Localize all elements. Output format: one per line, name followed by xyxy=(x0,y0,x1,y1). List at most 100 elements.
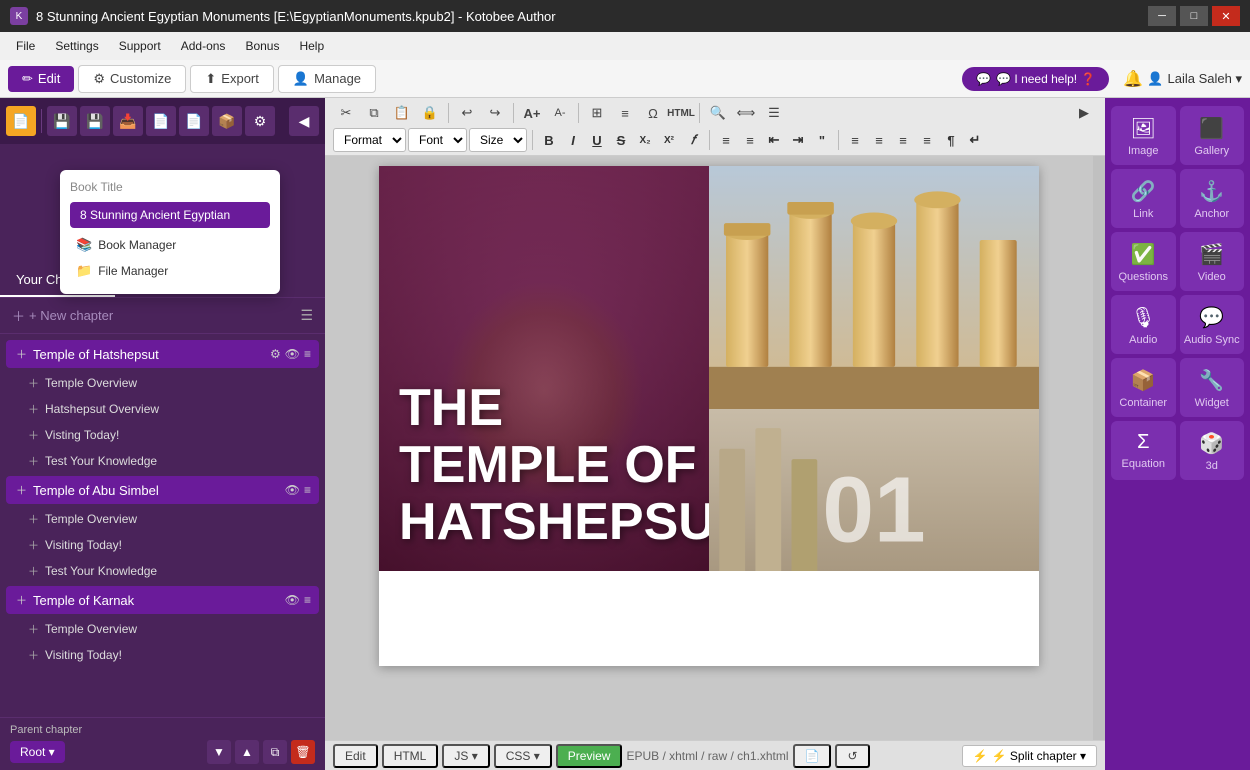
file-icon-button[interactable]: 📄 xyxy=(793,744,832,768)
find-button[interactable]: 🔍 xyxy=(705,101,731,125)
archive-icon-button[interactable]: 📦 xyxy=(212,106,242,136)
list-item[interactable]: ＋ Temple Overview xyxy=(0,506,325,532)
list-item[interactable]: ＋ Test Your Knowledge xyxy=(0,558,325,584)
underline-button[interactable]: U xyxy=(586,129,608,151)
align-center-button[interactable]: ≡ xyxy=(868,129,890,151)
chapter-hatshepsut-header[interactable]: ＋ Temple of Hatshepsut ⚙ 👁 ≡ xyxy=(6,340,319,368)
paste-button[interactable]: 📋 xyxy=(389,101,415,125)
strikethrough-button[interactable]: S xyxy=(610,129,632,151)
export-button[interactable]: ⬆ Export xyxy=(190,65,273,93)
bold-button[interactable]: B xyxy=(538,129,560,151)
font-select[interactable]: Font xyxy=(408,128,467,152)
menu-file[interactable]: File xyxy=(8,36,43,56)
list-item[interactable]: ＋ Visting Today! xyxy=(0,422,325,448)
save-as-icon-button[interactable]: 💾 xyxy=(80,106,110,136)
indent-button[interactable]: ⇥ xyxy=(787,129,809,151)
more-button[interactable]: ☰ xyxy=(761,101,787,125)
chapter-visibility-button[interactable]: 👁 xyxy=(285,347,300,361)
page-content-area[interactable]: THE TEMPLE OF HATSHEPSUT xyxy=(325,156,1093,740)
doc2-icon-button[interactable]: 📄 xyxy=(179,106,209,136)
table-button[interactable]: ⊞ xyxy=(584,101,610,125)
chapter-menu-button[interactable]: ≡ xyxy=(304,483,311,497)
questions-button[interactable]: ✅ Questions xyxy=(1111,232,1176,291)
close-button[interactable]: ✕ xyxy=(1212,6,1240,26)
book-manager-item[interactable]: 📚 Book Manager xyxy=(70,232,270,258)
ordered-list-button[interactable]: ≡ xyxy=(739,129,761,151)
customize-button[interactable]: ⚙ Customize xyxy=(78,65,186,93)
refresh-button[interactable]: ↺ xyxy=(835,744,869,768)
align-left-button[interactable]: ≡ xyxy=(844,129,866,151)
menu-addons[interactable]: Add-ons xyxy=(173,36,234,56)
html-insert-button[interactable]: HTML xyxy=(668,101,694,125)
collapse-sidebar-button[interactable]: ◀ xyxy=(289,106,319,136)
list-button[interactable]: ≡ xyxy=(612,101,638,125)
move-up-button[interactable]: ▲ xyxy=(235,740,259,764)
menu-bonus[interactable]: Bonus xyxy=(237,36,287,56)
widget-button[interactable]: 🔧 Widget xyxy=(1180,358,1245,417)
chapter-visibility-button[interactable]: 👁 xyxy=(285,593,300,607)
superscript-button[interactable]: X² xyxy=(658,129,680,151)
menu-settings[interactable]: Settings xyxy=(47,36,106,56)
chapter-menu-button[interactable]: ≡ xyxy=(304,593,311,607)
tab-preview[interactable]: Preview xyxy=(556,744,623,768)
outdent-button[interactable]: ⇤ xyxy=(763,129,785,151)
subscript-button[interactable]: X₂ xyxy=(634,129,656,151)
chapter-settings-button[interactable]: ⚙ xyxy=(270,347,281,361)
find-replace-button[interactable]: ⟺ xyxy=(733,101,759,125)
root-selector-button[interactable]: Root ▾ xyxy=(10,741,65,763)
list-item[interactable]: ＋ Temple Overview xyxy=(0,616,325,642)
help-button[interactable]: 💬 💬 I need help! ❓ xyxy=(962,67,1109,91)
book-title-item[interactable]: 8 Stunning Ancient Egyptian xyxy=(70,202,270,228)
expand-panel-button[interactable]: ▶ xyxy=(1071,101,1097,125)
tab-js[interactable]: JS ▾ xyxy=(442,744,489,768)
list-item[interactable]: ＋ Visiting Today! xyxy=(0,642,325,668)
italic-button[interactable]: I xyxy=(562,129,584,151)
new-chapter-button[interactable]: ＋ + New chapter xyxy=(12,306,113,325)
align-justify-button[interactable]: ≡ xyxy=(916,129,938,151)
save-icon-button[interactable]: 💾 xyxy=(47,106,77,136)
tab-css[interactable]: CSS ▾ xyxy=(494,744,552,768)
audio-button[interactable]: 🎙 Audio xyxy=(1111,295,1176,354)
list-item[interactable]: ＋ Test Your Knowledge xyxy=(0,448,325,474)
tab-html[interactable]: HTML xyxy=(382,744,439,768)
undo-button[interactable]: ↩ xyxy=(454,101,480,125)
import-icon-button[interactable]: 📥 xyxy=(113,106,143,136)
tab-edit[interactable]: Edit xyxy=(333,744,378,768)
font-size-up-button[interactable]: A+ xyxy=(519,101,545,125)
link-button[interactable]: 🔗 Link xyxy=(1111,169,1176,228)
menu-help[interactable]: Help xyxy=(291,36,332,56)
cut-button[interactable]: ✂ xyxy=(333,101,359,125)
minimize-button[interactable]: ─ xyxy=(1148,6,1176,26)
format-select[interactable]: Format xyxy=(333,128,406,152)
move-down-button[interactable]: ▼ xyxy=(207,740,231,764)
video-button[interactable]: 🎬 Video xyxy=(1180,232,1245,291)
threed-button[interactable]: 🎲 3d xyxy=(1180,421,1245,480)
scroll-bar-area[interactable] xyxy=(1093,156,1105,740)
blockquote-button[interactable]: " xyxy=(811,129,833,151)
settings-icon-button[interactable]: ⚙ xyxy=(245,106,275,136)
align-right-button[interactable]: ≡ xyxy=(892,129,914,151)
list-item[interactable]: ＋ Visiting Today! xyxy=(0,532,325,558)
delete-button[interactable]: 🗑 xyxy=(291,740,315,764)
chapter-list-menu-icon[interactable]: ☰ xyxy=(300,307,313,324)
edit-button[interactable]: ✏ Edit xyxy=(8,66,74,92)
split-chapter-button[interactable]: ⚡ ⚡ Split chapter ▾ xyxy=(962,745,1097,767)
paste-lock-button[interactable]: 🔒 xyxy=(417,101,443,125)
container-button[interactable]: 📦 Container xyxy=(1111,358,1176,417)
special-chars-button[interactable]: Ω xyxy=(640,101,666,125)
list-item[interactable]: ＋ Hatshepsut Overview xyxy=(0,396,325,422)
font-size-down-button[interactable]: A- xyxy=(547,101,573,125)
code-button[interactable]: 𝑓 xyxy=(682,129,704,151)
anchor-button[interactable]: ⚓ Anchor xyxy=(1180,169,1245,228)
pages-icon-button[interactable]: 📄 xyxy=(6,106,36,136)
unordered-list-button[interactable]: ≡ xyxy=(715,129,737,151)
user-menu-button[interactable]: 👤 Laila Saleh ▾ xyxy=(1147,71,1242,87)
duplicate-button[interactable]: ⧉ xyxy=(263,740,287,764)
chapter-karnak-header[interactable]: ＋ Temple of Karnak 👁 ≡ xyxy=(6,586,319,614)
chapter-visibility-button[interactable]: 👁 xyxy=(285,483,300,497)
gallery-button[interactable]: ⬛ Gallery xyxy=(1180,106,1245,165)
chapter-menu-button[interactable]: ≡ xyxy=(304,347,311,361)
maximize-button[interactable]: □ xyxy=(1180,6,1208,26)
size-select[interactable]: Size xyxy=(469,128,527,152)
list-item[interactable]: ＋ Temple Overview xyxy=(0,370,325,396)
